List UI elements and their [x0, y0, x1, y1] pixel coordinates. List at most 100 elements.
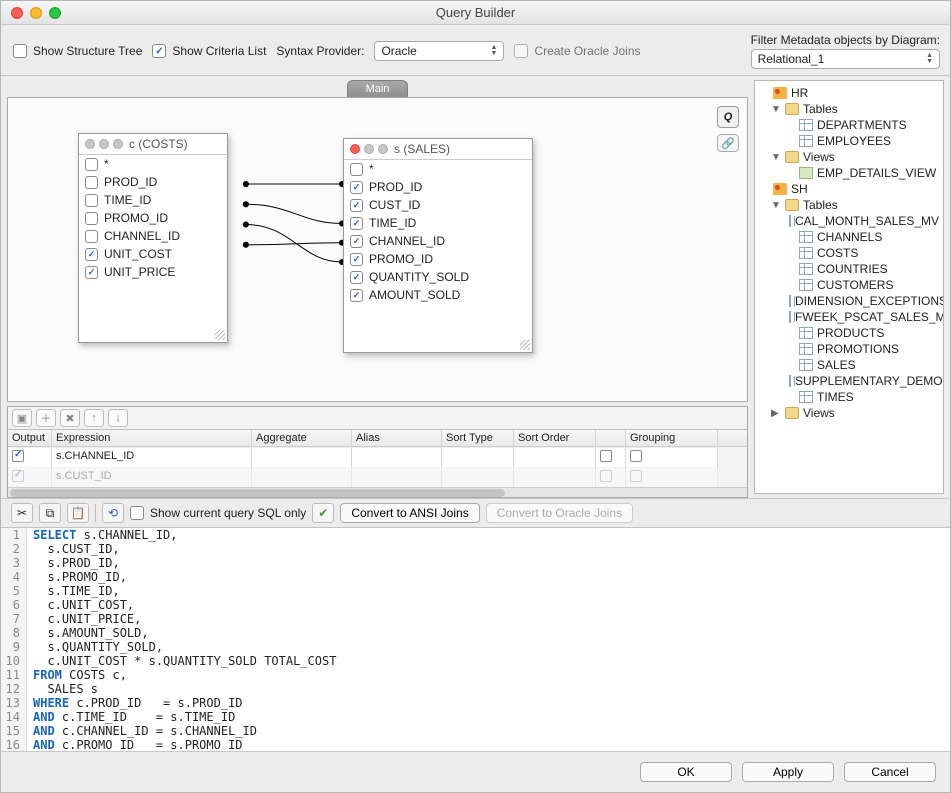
flag-cell[interactable] [596, 467, 626, 487]
field-row[interactable]: UNIT_PRICE [79, 263, 227, 281]
field-row[interactable]: CHANNEL_ID [79, 227, 227, 245]
apply-button[interactable]: Apply [742, 762, 834, 782]
field-checkbox[interactable] [350, 253, 363, 266]
q-badge-icon[interactable]: Q [717, 106, 739, 128]
field-row[interactable]: PROMO_ID [79, 209, 227, 227]
twist-icon[interactable]: ▼ [771, 200, 781, 211]
link-icon[interactable]: 🔗 [717, 134, 739, 152]
field-row[interactable]: AMOUNT_SOLD [344, 286, 532, 304]
tree-item[interactable]: EMPLOYEES [757, 133, 941, 149]
expression-cell[interactable]: s.CHANNEL_ID [52, 447, 252, 467]
field-row[interactable]: * [79, 155, 227, 173]
sort-type-cell[interactable] [442, 447, 514, 467]
field-row[interactable]: PROMO_ID [344, 250, 532, 268]
field-row[interactable]: TIME_ID [79, 191, 227, 209]
tree-item[interactable]: PRODUCTS [757, 325, 941, 341]
window-close-icon[interactable] [11, 7, 23, 19]
field-row[interactable]: QUANTITY_SOLD [344, 268, 532, 286]
tree-item[interactable]: DIMENSION_EXCEPTIONS [757, 293, 941, 309]
twist-icon[interactable]: ▼ [771, 152, 781, 163]
paste-icon[interactable]: 📋 [67, 503, 89, 523]
criteria-header[interactable]: Alias [352, 430, 442, 446]
tree-item[interactable]: EMP_DETAILS_VIEW [757, 165, 941, 181]
move-down-button[interactable]: ↓ [108, 409, 128, 427]
toggle-button[interactable]: ▣ [12, 409, 32, 427]
field-row[interactable]: PROD_ID [79, 173, 227, 191]
field-row[interactable]: CHANNEL_ID [344, 232, 532, 250]
alias-cell[interactable] [352, 467, 442, 487]
twist-icon[interactable]: ▶ [771, 408, 781, 419]
tree-item[interactable]: SALES [757, 357, 941, 373]
show-criteria-list-checkbox[interactable]: Show Criteria List [152, 44, 266, 58]
sort-type-cell[interactable] [442, 467, 514, 487]
sql-editor[interactable]: 1SELECT s.CHANNEL_ID,2 s.CUST_ID,3 s.PRO… [1, 527, 950, 751]
criteria-header[interactable]: Grouping [626, 430, 718, 446]
flag-cell[interactable] [596, 447, 626, 467]
move-up-button[interactable]: ↑ [84, 409, 104, 427]
convert-ansi-button[interactable]: Convert to ANSI Joins [340, 503, 479, 523]
resize-grip-icon[interactable] [215, 330, 225, 340]
tree-item[interactable]: DEPARTMENTS [757, 117, 941, 133]
table-node-costs[interactable]: c (COSTS) *PROD_IDTIME_IDPROMO_IDCHANNEL… [78, 133, 228, 343]
show-structure-tree-checkbox[interactable]: Show Structure Tree [13, 44, 142, 58]
twist-icon[interactable]: ▼ [771, 104, 781, 115]
tree-item[interactable]: CHANNELS [757, 229, 941, 245]
tree-item[interactable]: CUSTOMERS [757, 277, 941, 293]
tree-item[interactable]: COSTS [757, 245, 941, 261]
ok-button[interactable]: OK [640, 762, 732, 782]
field-checkbox[interactable] [85, 194, 98, 207]
field-checkbox[interactable] [350, 271, 363, 284]
add-row-button[interactable]: ＋ [36, 409, 56, 427]
aggregate-cell[interactable] [252, 447, 352, 467]
create-oracle-joins-checkbox[interactable]: Create Oracle Joins [514, 44, 640, 58]
field-checkbox[interactable] [85, 248, 98, 261]
window-zoom-icon[interactable] [49, 7, 61, 19]
tree-item[interactable]: SUPPLEMENTARY_DEMOGRAPHICS [757, 373, 941, 389]
criteria-header[interactable]: Sort Type [442, 430, 514, 446]
tree-item[interactable]: TIMES [757, 389, 941, 405]
tree-item[interactable]: HR [757, 85, 941, 101]
field-checkbox[interactable] [85, 212, 98, 225]
criteria-hscroll[interactable] [8, 487, 747, 497]
field-checkbox[interactable] [85, 158, 98, 171]
expression-cell[interactable]: s.CUST_ID [52, 467, 252, 487]
criteria-header[interactable]: Sort Order [514, 430, 596, 446]
alias-cell[interactable] [352, 447, 442, 467]
aggregate-cell[interactable] [252, 467, 352, 487]
syntax-provider-select[interactable]: Oracle ▲▼ [374, 41, 504, 61]
tree-item[interactable]: SH [757, 181, 941, 197]
field-checkbox[interactable] [85, 266, 98, 279]
field-checkbox[interactable] [85, 230, 98, 243]
field-row[interactable]: * [344, 160, 532, 178]
filter-diagram-select[interactable]: Relational_1 ▲▼ [751, 49, 940, 69]
criteria-header[interactable] [596, 430, 626, 446]
cut-icon[interactable]: ✂ [11, 503, 33, 523]
field-checkbox[interactable] [350, 289, 363, 302]
field-checkbox[interactable] [350, 163, 363, 176]
tree-item[interactable]: ▶Views [757, 405, 941, 421]
criteria-header[interactable]: Expression [52, 430, 252, 446]
output-cell[interactable] [8, 447, 52, 467]
sort-order-cell[interactable] [514, 447, 596, 467]
output-cell[interactable] [8, 467, 52, 487]
field-row[interactable]: UNIT_COST [79, 245, 227, 263]
criteria-row[interactable]: s.CUST_ID [8, 467, 747, 487]
field-row[interactable]: PROD_ID [344, 178, 532, 196]
tree-item[interactable]: ▼Views [757, 149, 941, 165]
tree-item[interactable]: CAL_MONTH_SALES_MV [757, 213, 941, 229]
criteria-row[interactable]: s.CHANNEL_ID [8, 447, 747, 467]
tree-item[interactable]: ▼Tables [757, 197, 941, 213]
refresh-icon[interactable]: ⟲ [102, 503, 124, 523]
delete-row-button[interactable]: ✖ [60, 409, 80, 427]
sort-order-cell[interactable] [514, 467, 596, 487]
resize-grip-icon[interactable] [520, 340, 530, 350]
table-node-sales[interactable]: s (SALES) *PROD_IDCUST_IDTIME_IDCHANNEL_… [343, 138, 533, 353]
field-row[interactable]: TIME_ID [344, 214, 532, 232]
field-checkbox[interactable] [350, 217, 363, 230]
field-checkbox[interactable] [350, 235, 363, 248]
validate-icon[interactable]: ✔ [312, 503, 334, 523]
cancel-button[interactable]: Cancel [844, 762, 936, 782]
copy-icon[interactable]: ⧉ [39, 503, 61, 523]
tree-item[interactable]: PROMOTIONS [757, 341, 941, 357]
grouping-cell[interactable] [626, 467, 718, 487]
